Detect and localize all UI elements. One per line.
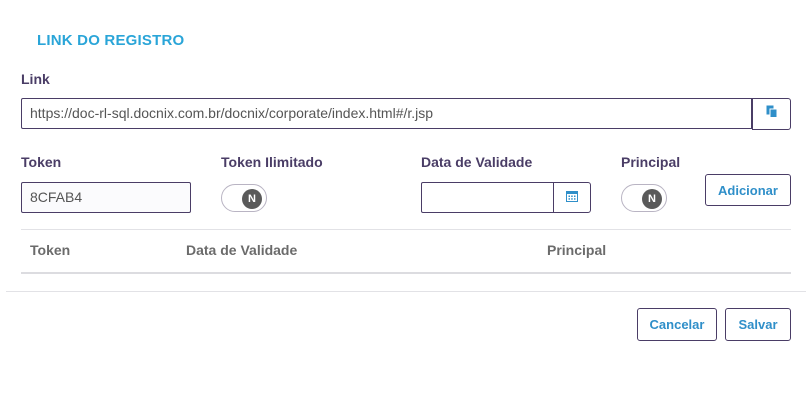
divider: [21, 229, 791, 230]
column-header-principal: Principal: [547, 242, 607, 258]
calendar-button[interactable]: [553, 182, 591, 213]
principal-label: Principal: [621, 154, 681, 170]
data-validade-label: Data de Validade: [421, 154, 533, 170]
principal-toggle[interactable]: N: [621, 184, 667, 212]
footer-divider: [6, 291, 806, 292]
link-field[interactable]: https://doc-rl-sql.docnix.com.br/docnix/…: [21, 98, 752, 129]
section-title: LINK DO REGISTRO: [37, 32, 185, 49]
save-button[interactable]: Salvar: [725, 308, 791, 341]
token-ilimitado-toggle[interactable]: N: [221, 184, 267, 212]
column-header-token: Token: [30, 242, 71, 258]
table-header-border: [21, 272, 791, 274]
cancel-button[interactable]: Cancelar: [637, 308, 717, 341]
token-label: Token: [21, 154, 62, 170]
toggle-knob: N: [242, 189, 262, 209]
column-header-data-validade: Data de Validade: [186, 242, 298, 258]
link-label: Link: [21, 71, 50, 87]
calendar-icon: [566, 189, 578, 207]
toggle-knob: N: [642, 189, 662, 209]
copy-icon: [766, 105, 778, 123]
token-field[interactable]: 8CFAB4: [21, 182, 191, 213]
data-validade-field[interactable]: [421, 182, 554, 213]
copy-link-button[interactable]: [752, 98, 791, 130]
add-button[interactable]: Adicionar: [705, 174, 791, 206]
token-ilimitado-label: Token Ilimitado: [221, 154, 323, 170]
